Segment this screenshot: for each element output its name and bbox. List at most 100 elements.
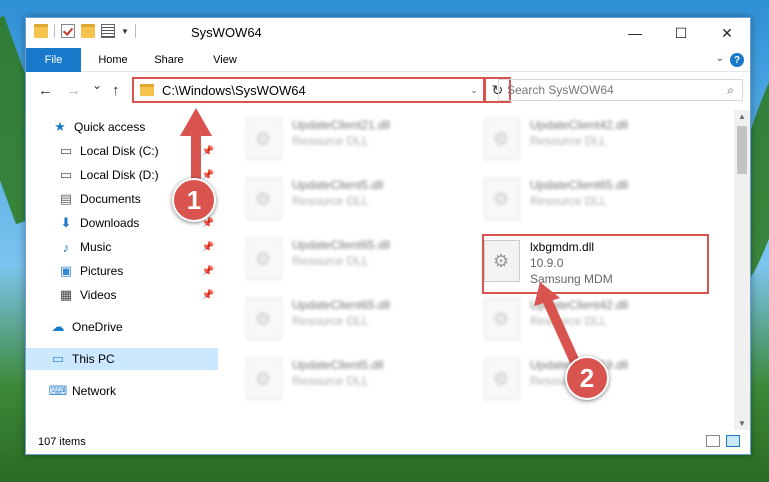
- sidebar-item-label: OneDrive: [72, 320, 123, 334]
- up-button[interactable]: ↑: [112, 82, 120, 99]
- file-item[interactable]: UpdateClient65.dll Resource DLL: [246, 236, 476, 292]
- separator: [54, 24, 55, 38]
- chevron-down-icon[interactable]: ⌄: [465, 85, 483, 96]
- checkmark-icon[interactable]: [61, 24, 75, 38]
- quick-access-toolbar: ▼: [34, 24, 136, 38]
- sidebar-item-onedrive[interactable]: ☁ OneDrive: [26, 316, 218, 338]
- chevron-down-icon[interactable]: ⌄: [716, 53, 724, 64]
- search-icon[interactable]: ⌕: [727, 83, 734, 98]
- highlight-box: [482, 234, 709, 294]
- search-input[interactable]: Search SysWOW64 ⌕: [498, 79, 743, 101]
- pin-icon[interactable]: 📌: [202, 242, 214, 253]
- scroll-up-icon[interactable]: ▲: [734, 112, 750, 121]
- drive-icon: ▭: [59, 167, 73, 182]
- sidebar-item-label: Music: [80, 240, 112, 254]
- file-type: Resource DLL: [292, 314, 369, 328]
- videos-icon: ▦: [59, 287, 73, 302]
- tab-view[interactable]: View: [200, 48, 250, 72]
- minimize-button[interactable]: —: [612, 18, 658, 48]
- step-badge-1: 1: [172, 178, 216, 222]
- sidebar-item-quick-access[interactable]: ★ Quick access: [26, 116, 218, 138]
- file-type: Resource DLL: [292, 194, 369, 208]
- folder-icon[interactable]: [34, 24, 48, 38]
- new-folder-icon[interactable]: [81, 24, 95, 38]
- help-icon[interactable]: ?: [730, 53, 744, 67]
- download-icon: ⬇: [60, 215, 72, 230]
- network-icon: ⌨: [48, 383, 68, 398]
- dll-file-icon: [246, 118, 282, 160]
- cloud-icon: ☁: [51, 319, 65, 334]
- forward-button[interactable]: →: [66, 82, 81, 99]
- pin-icon[interactable]: 📌: [202, 170, 214, 181]
- file-type: Resource DLL: [530, 194, 607, 208]
- file-name: UpdateClient5.dll: [292, 178, 384, 192]
- sidebar-item-pictures[interactable]: ▣ Pictures 📌: [26, 260, 218, 282]
- pictures-icon: ▣: [59, 263, 73, 278]
- sidebar-item-music[interactable]: ♪ Music 📌: [26, 236, 218, 258]
- pin-icon[interactable]: 📌: [202, 290, 214, 301]
- customize-dropdown-icon[interactable]: ▼: [121, 27, 129, 36]
- separator: [134, 24, 136, 38]
- close-button[interactable]: ✕: [704, 18, 750, 48]
- sidebar-item-local-disk-c[interactable]: ▭ Local Disk (C:) 📌: [26, 140, 218, 162]
- window-controls: — ☐ ✕: [612, 18, 750, 48]
- sidebar-item-videos[interactable]: ▦ Videos 📌: [26, 284, 218, 306]
- ribbon: File Home Share View ⌄ ?: [26, 48, 750, 72]
- dll-file-icon: [484, 178, 520, 220]
- file-item[interactable]: UpdateClient65.dll Resource DLL: [246, 296, 476, 352]
- tab-share[interactable]: Share: [144, 48, 194, 72]
- sidebar-item-label: Local Disk (C:): [80, 144, 159, 158]
- dll-file-icon: [484, 358, 520, 400]
- folder-icon: [140, 84, 154, 96]
- sidebar-item-network[interactable]: ⌨ Network: [26, 380, 218, 402]
- navigation-pane: ★ Quick access ▭ Local Disk (C:) 📌 ▭ Loc…: [26, 110, 218, 430]
- computer-icon: ▭: [51, 351, 65, 366]
- recent-locations-button[interactable]: ⌄: [92, 78, 102, 92]
- dll-file-icon: [484, 118, 520, 160]
- file-type: Resource DLL: [292, 374, 369, 388]
- step-badge-2: 2: [565, 356, 609, 400]
- sidebar-item-label: Pictures: [80, 264, 124, 278]
- file-item[interactable]: UpdateClient65.dll Resource DLL: [484, 176, 714, 232]
- scrollbar-thumb[interactable]: [737, 126, 747, 174]
- sidebar-item-label: Quick access: [74, 120, 146, 134]
- file-item[interactable]: UpdateClient42.dll Resource DLL: [484, 296, 714, 352]
- sidebar-item-label: Documents: [80, 192, 141, 206]
- file-type: Resource DLL: [530, 314, 607, 328]
- dll-file-icon: [246, 178, 282, 220]
- scroll-down-icon[interactable]: ▼: [734, 419, 750, 428]
- address-bar[interactable]: C:\Windows\SysWOW64 ⌄: [132, 77, 485, 103]
- item-count: 107 items: [38, 436, 86, 448]
- file-type: Resource DLL: [292, 134, 369, 148]
- pin-icon[interactable]: 📌: [202, 266, 214, 277]
- details-view-icon[interactable]: [706, 435, 720, 447]
- maximize-button[interactable]: ☐: [658, 18, 704, 48]
- file-name: UpdateClient65.dll: [292, 238, 391, 252]
- dll-file-icon: [246, 298, 282, 340]
- star-icon: ★: [54, 119, 66, 134]
- explorer-window: ▼ SysWOW64 — ☐ ✕ File Home Share View ⌄ …: [25, 17, 751, 455]
- file-name: UpdateClient42.dll: [530, 118, 629, 132]
- large-icons-view-icon[interactable]: [726, 435, 740, 447]
- pin-icon[interactable]: 📌: [202, 146, 214, 157]
- file-type: Resource DLL: [530, 134, 607, 148]
- file-view: UpdateClient21.dll Resource DLL UpdateCli…: [218, 110, 736, 430]
- music-icon: ♪: [62, 239, 70, 255]
- file-name: UpdateClient65.dll: [530, 178, 629, 192]
- file-item[interactable]: UpdateClient21.dll Resource DLL: [246, 116, 476, 172]
- tab-home[interactable]: Home: [88, 48, 138, 72]
- sidebar-item-this-pc[interactable]: ▭ This PC: [26, 348, 218, 370]
- window-title: SysWOW64: [191, 25, 262, 40]
- address-text[interactable]: C:\Windows\SysWOW64: [162, 83, 465, 98]
- file-item[interactable]: UpdateClient5.dll Resource DLL: [246, 356, 476, 412]
- file-name: UpdateClient5.dll: [292, 358, 384, 372]
- title-bar: ▼ SysWOW64 — ☐ ✕: [26, 18, 750, 48]
- dll-file-icon: [484, 298, 520, 340]
- navigation-bar: ← → ⌄ ↑ C:\Windows\SysWOW64 ⌄ ↻ Search S…: [26, 72, 750, 108]
- vertical-scrollbar[interactable]: ▲ ▼: [734, 110, 750, 430]
- file-item[interactable]: UpdateClient42.dll Resource DLL: [484, 116, 714, 172]
- tab-file[interactable]: File: [26, 48, 81, 72]
- file-item[interactable]: UpdateClient5.dll Resource DLL: [246, 176, 476, 232]
- properties-icon[interactable]: [101, 24, 115, 38]
- back-button[interactable]: ←: [38, 82, 53, 99]
